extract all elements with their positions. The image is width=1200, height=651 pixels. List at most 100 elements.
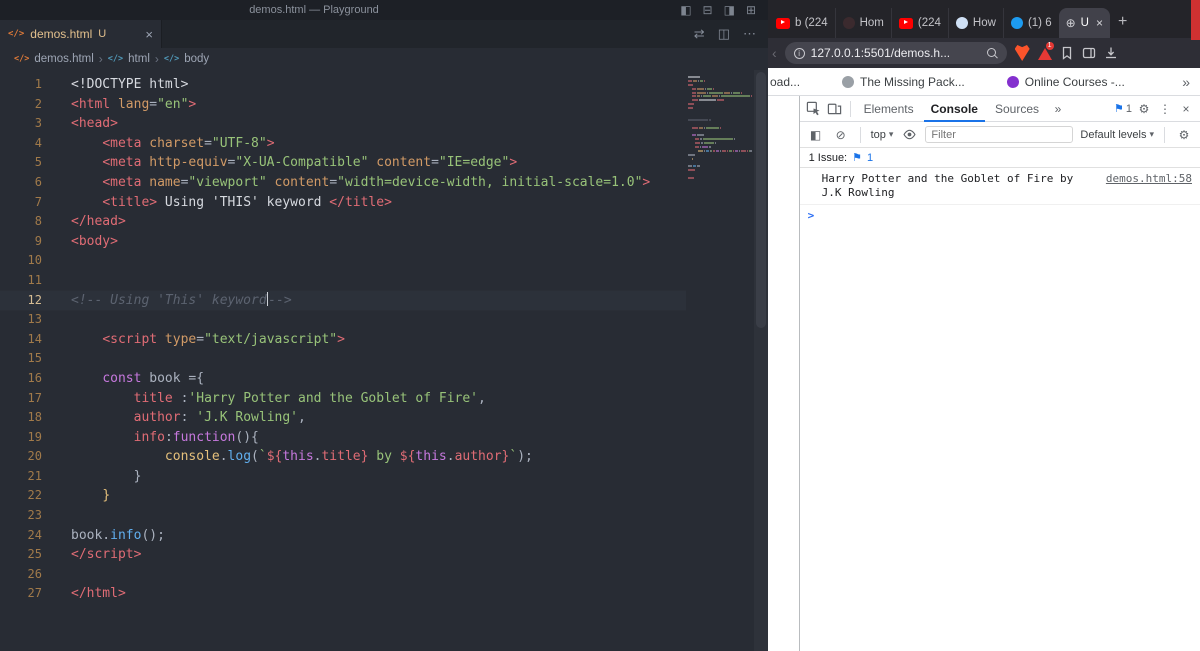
tab-title: b (224 xyxy=(795,17,828,29)
code-editor[interactable]: 1 <!DOCTYPE html> 2 <html lang="en"> 3 <head>… xyxy=(0,70,768,651)
console-sidebar-icon[interactable]: ◧ xyxy=(807,126,825,144)
token: 'J.K Rowling' xyxy=(196,410,298,426)
customize-layout-icon[interactable]: ⊞ xyxy=(746,3,756,17)
bookmark-item-partial[interactable]: oad... xyxy=(770,75,800,89)
code-line-23[interactable]: 23 xyxy=(0,506,686,526)
breadcrumb-item-body[interactable]: body xyxy=(184,53,209,65)
new-tab-button[interactable]: + xyxy=(1118,14,1127,30)
more-actions-icon[interactable]: ⋯ xyxy=(743,26,756,42)
browser-tab-1[interactable]: b (224 xyxy=(769,8,835,38)
code-line-21[interactable]: 21 } xyxy=(0,467,686,487)
tab-close-icon[interactable]: × xyxy=(145,27,153,42)
browser-tab-4[interactable]: How xyxy=(947,8,1003,38)
console-filter-input[interactable] xyxy=(925,126,1074,143)
devtools-settings-icon[interactable]: ⚙ xyxy=(1135,100,1153,118)
code-line-3[interactable]: 3 <head> xyxy=(0,114,686,134)
code-line-27[interactable]: 27 </html> xyxy=(0,584,686,604)
code-line-1[interactable]: 1 <!DOCTYPE html> xyxy=(0,75,686,95)
toggle-sidebar-icon[interactable]: ◧ xyxy=(680,3,691,17)
line-number: 21 xyxy=(27,468,42,483)
devtools-close-icon[interactable]: × xyxy=(1177,100,1195,118)
live-expression-eye-icon[interactable] xyxy=(900,126,918,144)
reading-list-icon[interactable] xyxy=(1060,46,1074,60)
code-line-10[interactable]: 10 xyxy=(0,251,686,271)
sidebar-icon[interactable] xyxy=(1082,46,1096,60)
token: = xyxy=(196,331,205,347)
url-text[interactable]: 127.0.0.1:5501/demos.h... xyxy=(811,46,980,60)
issues-counter[interactable]: ⚑ 1 xyxy=(1114,102,1132,116)
tab-title: (224 xyxy=(917,17,941,29)
scrollbar-thumb[interactable] xyxy=(756,72,766,328)
zoom-icon[interactable] xyxy=(986,47,998,59)
code-line-5[interactable]: 5 <meta http-equiv = "X-UA-Compatible" con… xyxy=(0,153,686,173)
console-settings-icon[interactable]: ⚙ xyxy=(1175,126,1193,144)
code-line-25[interactable]: 25 </script> xyxy=(0,545,686,565)
browser-address-bar: ‹ i 127.0.0.1:5501/demos.h... 1 xyxy=(768,38,1200,68)
browser-tab-3[interactable]: (224 xyxy=(890,8,948,38)
code-line-12[interactable]: 12 <!-- Using 'This' keyword --> xyxy=(0,290,686,311)
code-line-11[interactable]: 11 xyxy=(0,271,686,291)
inspect-element-icon[interactable] xyxy=(805,100,823,118)
adblock-extension-icon[interactable]: 1 xyxy=(1037,42,1054,60)
toggle-secondary-sidebar-icon[interactable]: ◨ xyxy=(724,3,735,17)
download-icon[interactable] xyxy=(1104,46,1118,60)
code-line-24[interactable]: 24 book.info(); xyxy=(0,526,686,546)
line-number: 11 xyxy=(27,272,42,287)
split-editor-icon[interactable]: ◫ xyxy=(718,26,730,42)
breadcrumb-item-html[interactable]: html xyxy=(128,53,150,65)
devtools-tab-sources[interactable]: Sources xyxy=(988,96,1046,122)
bookmarks-overflow-icon[interactable]: » xyxy=(1182,74,1190,90)
code-line-6[interactable]: 6 <meta name="viewport" content="width=d… xyxy=(0,173,686,193)
browser-tab-active[interactable]: ⊕ U × xyxy=(1058,8,1110,38)
site-info-icon[interactable]: i xyxy=(793,47,805,59)
issues-bar[interactable]: 1 Issue: ⚑ 1 xyxy=(799,148,1200,168)
code-line-22[interactable]: 22 } xyxy=(0,486,686,506)
tab-title: U xyxy=(1080,17,1089,29)
editor-tab-demos-html[interactable]: </> demos.html U × xyxy=(0,20,162,48)
code-line-7[interactable]: 7 <title> Using 'THIS' keyword </title> xyxy=(0,193,686,213)
code-line-15[interactable]: 15 xyxy=(0,349,686,369)
symbol-tag-icon: </> xyxy=(163,54,180,64)
minimap[interactable] xyxy=(688,76,752,181)
log-level-selector[interactable]: Default levels ▾ xyxy=(1080,129,1154,141)
token: <!DOCTYPE html> xyxy=(71,77,189,92)
code-line-14[interactable]: 14 <script type="text/javascript"> xyxy=(0,330,686,350)
breadcrumb-item-file[interactable]: demos.html xyxy=(34,53,93,65)
browser-tab-2[interactable]: Hom xyxy=(834,8,891,38)
browser-tab-5[interactable]: (1) 6 xyxy=(1002,8,1059,38)
code-line-8[interactable]: 8 </head> xyxy=(0,212,686,232)
context-selector[interactable]: top ▾ xyxy=(871,129,894,141)
tab-close-icon[interactable]: × xyxy=(1096,16,1103,30)
devtools-tab-console[interactable]: Console xyxy=(923,96,985,122)
more-tabs-icon[interactable]: » xyxy=(1049,100,1067,118)
bookmark-item-online-courses[interactable]: Online Courses -... xyxy=(1006,75,1125,89)
toggle-panel-icon[interactable]: ⊟ xyxy=(703,3,713,17)
devtools-tab-elements[interactable]: Elements xyxy=(857,96,921,122)
code-line-2[interactable]: 2 <html lang="en"> xyxy=(0,95,686,115)
code-line-18[interactable]: 18 author: 'J.K Rowling', xyxy=(0,408,686,428)
code-line-13[interactable]: 13 xyxy=(0,310,686,330)
devtools-menu-icon[interactable]: ⋮ xyxy=(1156,100,1174,118)
console-prompt[interactable]: > xyxy=(800,205,1200,223)
console-source-link[interactable]: demos.html:58 xyxy=(1106,172,1192,186)
editor-scrollbar[interactable] xyxy=(754,70,768,651)
compare-changes-icon[interactable]: ⇄ xyxy=(694,26,705,42)
code-line-20[interactable]: 20 console.log(`${this.title} by ${this.… xyxy=(0,447,686,467)
code-line-17[interactable]: 17 title :'Harry Potter and the Goblet o… xyxy=(0,389,686,409)
code-line-4[interactable]: 4 <meta charset="UTF-8"> xyxy=(0,134,686,154)
code-line-16[interactable]: 16 const book ={ xyxy=(0,369,686,389)
back-button-icon[interactable]: ‹ xyxy=(772,45,777,61)
bookmark-item-missing-pack[interactable]: The Missing Pack... xyxy=(842,75,965,89)
token: console xyxy=(164,449,220,465)
code-line-19[interactable]: 19 info:function(){ xyxy=(0,428,686,448)
device-toolbar-icon[interactable] xyxy=(826,100,844,118)
clear-console-icon[interactable]: ⊘ xyxy=(832,126,850,144)
code-text: <html lang="en"> xyxy=(42,95,196,115)
token: author xyxy=(454,449,502,465)
code-line-26[interactable]: 26 xyxy=(0,565,686,585)
code-text: author: 'J.K Rowling', xyxy=(42,408,306,428)
brave-shield-icon[interactable] xyxy=(1014,45,1030,61)
code-line-9[interactable]: 9 <body> xyxy=(0,232,686,252)
url-bar[interactable]: i 127.0.0.1:5501/demos.h... xyxy=(784,42,1007,64)
